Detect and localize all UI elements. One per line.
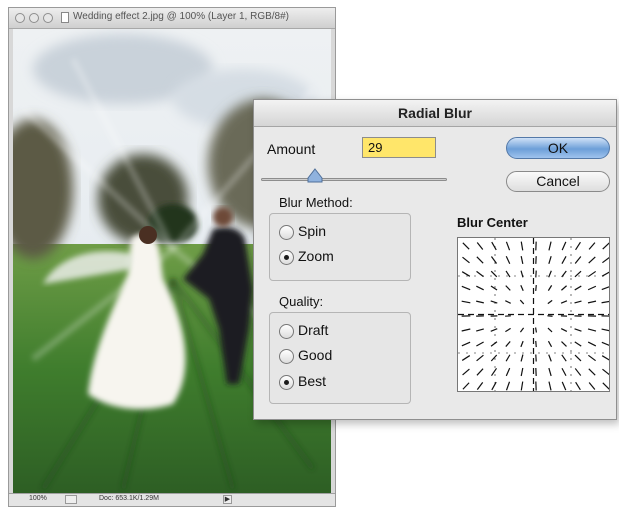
document-titlebar: Wedding effect 2.jpg @ 100% (Layer 1, RG… [9, 8, 335, 29]
close-window-button[interactable] [15, 13, 25, 23]
amount-label: Amount [267, 141, 316, 157]
blur-method-group: Spin Zoom [269, 213, 411, 281]
radio-draft-circle[interactable] [279, 324, 294, 339]
status-menu-arrow-icon[interactable]: ▶ [223, 495, 232, 504]
quality-label: Quality: [279, 294, 324, 309]
document-title: Wedding effect 2.jpg @ 100% (Layer 1, RG… [73, 11, 290, 22]
radio-best-label: Best [298, 373, 327, 389]
radio-draft-label: Draft [298, 322, 329, 338]
radio-good-circle[interactable] [279, 349, 294, 364]
blur-method-label: Blur Method: [279, 195, 353, 210]
ok-button[interactable]: OK [506, 137, 610, 159]
document-status-bar: 100% Doc: 653.1K/1.29M ▶ [9, 493, 335, 506]
radio-zoom-label: Zoom [298, 248, 334, 264]
radio-best-circle[interactable] [279, 375, 294, 390]
document-size-info: Doc: 653.1K/1.29M [99, 495, 159, 502]
amount-slider[interactable] [261, 178, 447, 181]
zoom-window-button[interactable] [43, 13, 53, 23]
radio-good-label: Good [298, 347, 333, 363]
radio-spin-label: Spin [298, 223, 327, 239]
radio-zoom-circle[interactable] [279, 250, 294, 265]
dialog-titlebar: Radial Blur [254, 100, 616, 127]
radial-blur-dialog: Radial Blur Amount OK Cancel Blur Method… [253, 99, 617, 420]
status-icon [65, 495, 77, 504]
zoom-level[interactable]: 100% [29, 495, 47, 502]
document-icon [61, 12, 69, 23]
cancel-button[interactable]: Cancel [506, 171, 610, 192]
minimize-window-button[interactable] [29, 13, 39, 23]
dialog-title: Radial Blur [398, 105, 472, 121]
blur-center-label: Blur Center [457, 215, 528, 230]
zoom-pattern-icon [458, 238, 611, 391]
radio-spin-circle[interactable] [279, 225, 294, 240]
blur-center-preview[interactable] [457, 237, 611, 392]
amount-input[interactable] [362, 137, 436, 158]
quality-group: Draft Good Best [269, 312, 411, 404]
